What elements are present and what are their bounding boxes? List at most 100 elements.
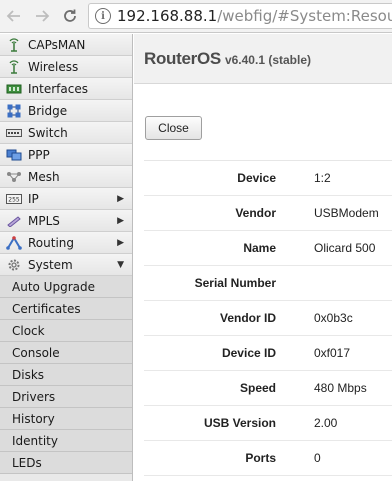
sidebar-item-ip[interactable]: 255 IP ▶ <box>0 188 132 210</box>
page-header: RouterOS v6.40.1 (stable) <box>134 34 392 84</box>
sidebar-subitem-label: Certificates <box>12 301 81 316</box>
sidebar-subitem-label: Identity <box>12 433 58 448</box>
property-value: 480 Mbps <box>314 381 367 395</box>
switch-icon <box>6 126 22 140</box>
property-row-device: Device 1:2 <box>144 161 392 196</box>
property-label: Vendor <box>235 206 276 220</box>
info-icon[interactable]: i <box>95 8 111 24</box>
property-value: Olicard 500 <box>314 241 376 255</box>
property-row-usb-version: USB Version 2.00 <box>144 406 392 441</box>
sidebar-subitem-console[interactable]: Console <box>0 342 132 364</box>
sidebar-item-routing[interactable]: Routing ▶ <box>0 232 132 254</box>
property-label: Speed <box>239 381 276 395</box>
property-value: 0xf017 <box>314 346 351 360</box>
forward-button[interactable] <box>28 0 56 33</box>
mpls-icon <box>6 214 22 228</box>
sidebar-menu: CAPsMAN Wireless Interfaces Bridge Switc… <box>0 34 133 481</box>
property-label: USB Version <box>203 416 276 430</box>
sidebar-subitem-clock[interactable]: Clock <box>0 320 132 342</box>
sidebar-subitem-disks[interactable]: Disks <box>0 364 132 386</box>
property-label: Name <box>243 241 276 255</box>
property-row-vendor: Vendor USBModem <box>144 196 392 231</box>
sidebar-subitem-history[interactable]: History <box>0 408 132 430</box>
arrow-left-icon <box>6 10 20 22</box>
address-bar[interactable]: i 192.168.88.1/webfig/#System:Resources. <box>88 3 392 29</box>
url-host: 192.168.88.1 <box>117 7 218 25</box>
mesh-icon <box>6 170 22 184</box>
sidebar-subitem-label: Clock <box>12 323 45 338</box>
property-label: Device <box>237 171 276 185</box>
reload-button[interactable] <box>56 0 84 33</box>
sidebar-subitem-label: Auto Upgrade <box>12 279 95 294</box>
property-value: 0 <box>314 451 321 465</box>
property-value: 0x0b3c <box>314 311 353 325</box>
submenu-arrow-icon: ▼ <box>117 259 124 270</box>
gear-icon <box>6 258 22 272</box>
sidebar-subitem-label: LEDs <box>12 455 42 470</box>
sidebar-item-switch[interactable]: Switch <box>0 122 132 144</box>
antenna-icon <box>6 37 22 52</box>
sidebar-item-label: Routing <box>28 235 75 250</box>
sidebar-item-mpls[interactable]: MPLS ▶ <box>0 210 132 232</box>
property-label: Ports <box>245 451 276 465</box>
property-row-name: Name Olicard 500 <box>144 231 392 266</box>
sidebar-item-label: Switch <box>28 125 68 140</box>
property-row-vendor-id: Vendor ID 0x0b3c <box>144 301 392 336</box>
sidebar-item-bridge[interactable]: Bridge <box>0 100 132 122</box>
sidebar-item-label: MPLS <box>28 213 60 228</box>
svg-text:255: 255 <box>8 196 20 203</box>
sidebar-subitem-label: Drivers <box>12 389 56 404</box>
sidebar-subitem-label: Console <box>12 345 60 360</box>
sidebar-item-label: Interfaces <box>28 81 88 96</box>
bridge-icon <box>6 104 22 118</box>
property-row-speed: Speed 480 Mbps <box>144 371 392 406</box>
sidebar-item-label: PPP <box>28 147 50 162</box>
ppp-icon <box>6 148 22 162</box>
close-button[interactable]: Close <box>145 116 202 140</box>
sidebar-item-label: System <box>28 257 73 272</box>
sidebar-subitem-leds[interactable]: LEDs <box>0 452 132 474</box>
sidebar-subitem-drivers[interactable]: Drivers <box>0 386 132 408</box>
sidebar-item-interfaces[interactable]: Interfaces <box>0 78 132 100</box>
antenna-icon <box>6 59 22 74</box>
property-value: 1:2 <box>314 171 331 185</box>
property-row-serial-number: Serial Number <box>144 266 392 301</box>
sidebar-item-wireless[interactable]: Wireless <box>0 56 132 78</box>
sidebar-item-capsman[interactable]: CAPsMAN <box>0 34 132 56</box>
sidebar-item-label: Bridge <box>28 103 68 118</box>
property-value: 2.00 <box>314 416 338 430</box>
sidebar-subitem-identity[interactable]: Identity <box>0 430 132 452</box>
network-card-icon <box>6 82 22 96</box>
sidebar-subitem-label: History <box>12 411 55 426</box>
sidebar-item-ppp[interactable]: PPP <box>0 144 132 166</box>
ip-icon: 255 <box>6 192 22 206</box>
sidebar-item-system[interactable]: System ▼ <box>0 254 132 276</box>
arrow-right-icon <box>36 10 50 22</box>
sidebar-item-mesh[interactable]: Mesh <box>0 166 132 188</box>
submenu-arrow-icon: ▶ <box>117 237 124 248</box>
submenu-arrow-icon: ▶ <box>117 193 124 204</box>
sidebar-item-label: Mesh <box>28 169 60 184</box>
routing-icon <box>6 235 22 250</box>
property-row-device-id: Device ID 0xf017 <box>144 336 392 371</box>
sidebar-subitem-label: Disks <box>12 367 45 382</box>
main-panel: RouterOS v6.40.1 (stable) Close Device 1… <box>134 34 392 481</box>
property-value: USBModem <box>314 206 379 220</box>
submenu-arrow-icon: ▶ <box>117 215 124 226</box>
brand-title: RouterOS <box>144 48 221 68</box>
property-label: Vendor ID <box>219 311 276 325</box>
sidebar-item-label: Wireless <box>28 59 79 74</box>
url-path: /webfig/#System:Resources. <box>217 7 392 25</box>
property-label: Serial Number <box>194 276 276 290</box>
browser-toolbar: i 192.168.88.1/webfig/#System:Resources. <box>0 0 392 33</box>
usb-properties-table: Device 1:2 Vendor USBModem Name Olicard … <box>144 160 392 476</box>
property-label: Device ID <box>221 346 276 360</box>
sidebar-item-label: CAPsMAN <box>28 37 86 52</box>
sidebar-item-label: IP <box>28 191 39 206</box>
sidebar-subitem-auto-upgrade[interactable]: Auto Upgrade <box>0 276 132 298</box>
sidebar-subitem-certificates[interactable]: Certificates <box>0 298 132 320</box>
version-label: v6.40.1 (stable) <box>224 53 311 67</box>
back-button[interactable] <box>0 0 28 33</box>
reload-icon <box>64 9 76 22</box>
property-row-ports: Ports 0 <box>144 441 392 476</box>
